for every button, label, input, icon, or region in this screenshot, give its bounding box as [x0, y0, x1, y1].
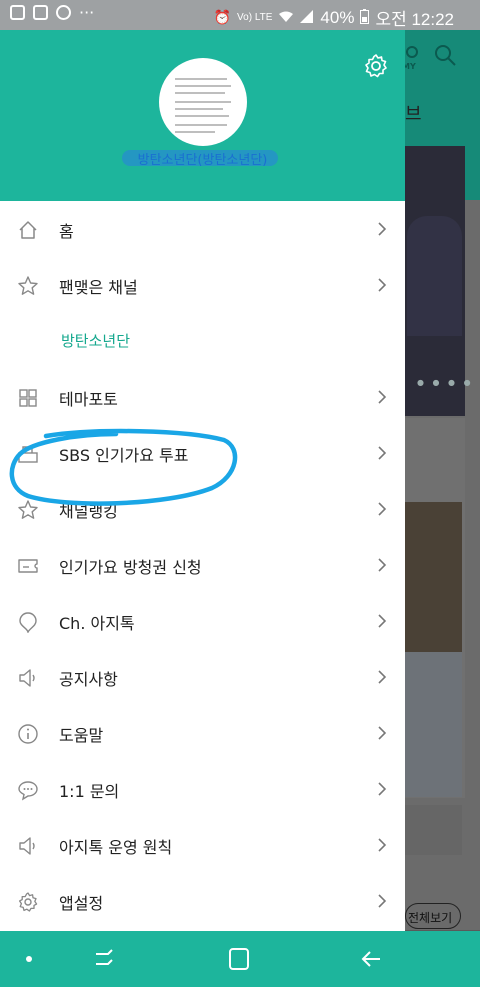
vote-box-icon: [18, 446, 38, 463]
network-label: Vo) LTE: [237, 12, 273, 23]
pill-notification-icon: [10, 5, 25, 20]
menu-item-label: 1:1 문의: [59, 782, 120, 801]
chevron-right-icon: [378, 390, 387, 404]
gear-icon: [18, 892, 38, 912]
back-arrow-icon: [361, 951, 380, 967]
menu-item-8[interactable]: 공지사항: [0, 649, 405, 705]
menu-item-label: 아지톡 운영 원칙: [59, 838, 173, 857]
chevron-right-icon: [378, 222, 387, 236]
star-icon: [18, 276, 38, 295]
status-right: ⏰ Vo) LTE 40% 오전 12:22: [214, 5, 454, 30]
menu-item-11[interactable]: 아지톡 운영 원칙: [0, 817, 405, 873]
status-left: ···: [10, 3, 95, 22]
menu-item-label: 앱설정: [59, 894, 104, 913]
home-square-icon: [229, 948, 249, 970]
menu-item-label: 채널랭킹: [59, 502, 118, 521]
app-notification-icon: [56, 5, 71, 20]
background-photo: [405, 146, 465, 416]
menu-item-label: 방탄소년단: [61, 332, 131, 350]
back-button[interactable]: [358, 945, 388, 973]
menu-item-label: 인기가요 방청권 신청: [59, 558, 202, 577]
background-app: MY 브 ● ● ● ● 전체보기: [405, 30, 480, 930]
gear-icon: [365, 54, 387, 78]
speech-bubble-icon: [18, 781, 38, 801]
menu-item-label: 팬맺은 채널: [59, 278, 138, 297]
info-icon: [18, 724, 38, 744]
system-navigation-bar: [0, 931, 480, 987]
my-label: MY: [405, 62, 416, 71]
signal-icon: [300, 9, 314, 26]
background-strip: [405, 805, 462, 855]
menu-item-12[interactable]: 앱설정: [0, 873, 405, 929]
view-all-button: 전체보기: [405, 903, 461, 929]
avatar[interactable]: [159, 58, 247, 146]
menu-item-3[interactable]: 테마포토: [0, 369, 405, 425]
chevron-right-icon: [378, 614, 387, 628]
clock: 오전 12:22: [375, 10, 454, 29]
menu-item-label: 홈: [59, 222, 74, 241]
menu-item-4[interactable]: SBS 인기가요 투표: [0, 425, 405, 481]
menu-item-2[interactable]: 방탄소년단: [0, 313, 405, 369]
background-tab: 브: [405, 104, 422, 125]
menu-item-label: Ch. 아지톡: [59, 614, 135, 633]
menu-item-9[interactable]: 도움말: [0, 705, 405, 761]
speaker-icon: [19, 669, 35, 687]
speaker-icon: [19, 837, 35, 855]
battery-icon: [360, 8, 370, 27]
chevron-right-icon: [378, 502, 387, 516]
home-icon: [19, 221, 37, 239]
menu-item-label: 공지사항: [59, 670, 118, 689]
menu-item-5[interactable]: 채널랭킹: [0, 481, 405, 537]
chevron-right-icon: [378, 838, 387, 852]
nav-dot: [26, 956, 32, 962]
menu-item-label: SBS 인기가요 투표: [59, 446, 189, 465]
drawer-header: 방탄소년단(방탄소년단): [0, 30, 405, 201]
chevron-right-icon: [378, 782, 387, 796]
menu-item-1[interactable]: 팬맺은 채널: [0, 257, 405, 313]
chevron-right-icon: [378, 278, 387, 292]
ticket-icon: [18, 559, 38, 573]
menu-item-6[interactable]: 인기가요 방청권 신청: [0, 537, 405, 593]
menu-item-10[interactable]: 1:1 문의: [0, 761, 405, 817]
settings-button[interactable]: [362, 52, 390, 80]
status-bar: ··· ⏰ Vo) LTE 40% 오전 12:22: [0, 0, 480, 30]
chevron-right-icon: [378, 670, 387, 684]
chevron-right-icon: [378, 446, 387, 460]
profile-name: 방탄소년단(방탄소년단): [137, 153, 268, 168]
chevron-right-icon: [378, 894, 387, 908]
chevron-right-icon: [378, 558, 387, 572]
battery-level: 40%: [320, 7, 355, 27]
search-icon: [435, 45, 456, 66]
carousel-dots: ● ● ● ●: [417, 378, 474, 387]
background-toolbar: MY: [405, 44, 480, 74]
recents-button[interactable]: [90, 945, 120, 973]
image-notification-icon: [33, 5, 48, 20]
chat-pin-icon: [19, 612, 37, 633]
chevron-right-icon: [378, 726, 387, 740]
recents-icon: [96, 949, 113, 965]
navigation-drawer: 방탄소년단(방탄소년단) 홈팬맺은 채널방탄소년단테마포토 SBS 인기가요 투표…: [0, 30, 405, 931]
alarm-icon: ⏰: [213, 9, 232, 25]
home-button[interactable]: [224, 945, 254, 973]
background-photo-3: [405, 652, 462, 797]
star-icon: [18, 500, 38, 519]
menu-item-label: 테마포토: [59, 390, 118, 409]
drawer-menu: 홈팬맺은 채널방탄소년단테마포토 SBS 인기가요 투표채널랭킹인기가요 방청권 …: [0, 201, 405, 929]
wifi-icon: [278, 10, 294, 26]
more-notifications: ···: [79, 3, 95, 22]
menu-item-label: 도움말: [59, 726, 104, 745]
menu-item-7[interactable]: Ch. 아지톡: [0, 593, 405, 649]
menu-item-0[interactable]: 홈: [0, 201, 405, 257]
background-photo-2: [405, 502, 462, 652]
grid-icon: [19, 389, 37, 407]
